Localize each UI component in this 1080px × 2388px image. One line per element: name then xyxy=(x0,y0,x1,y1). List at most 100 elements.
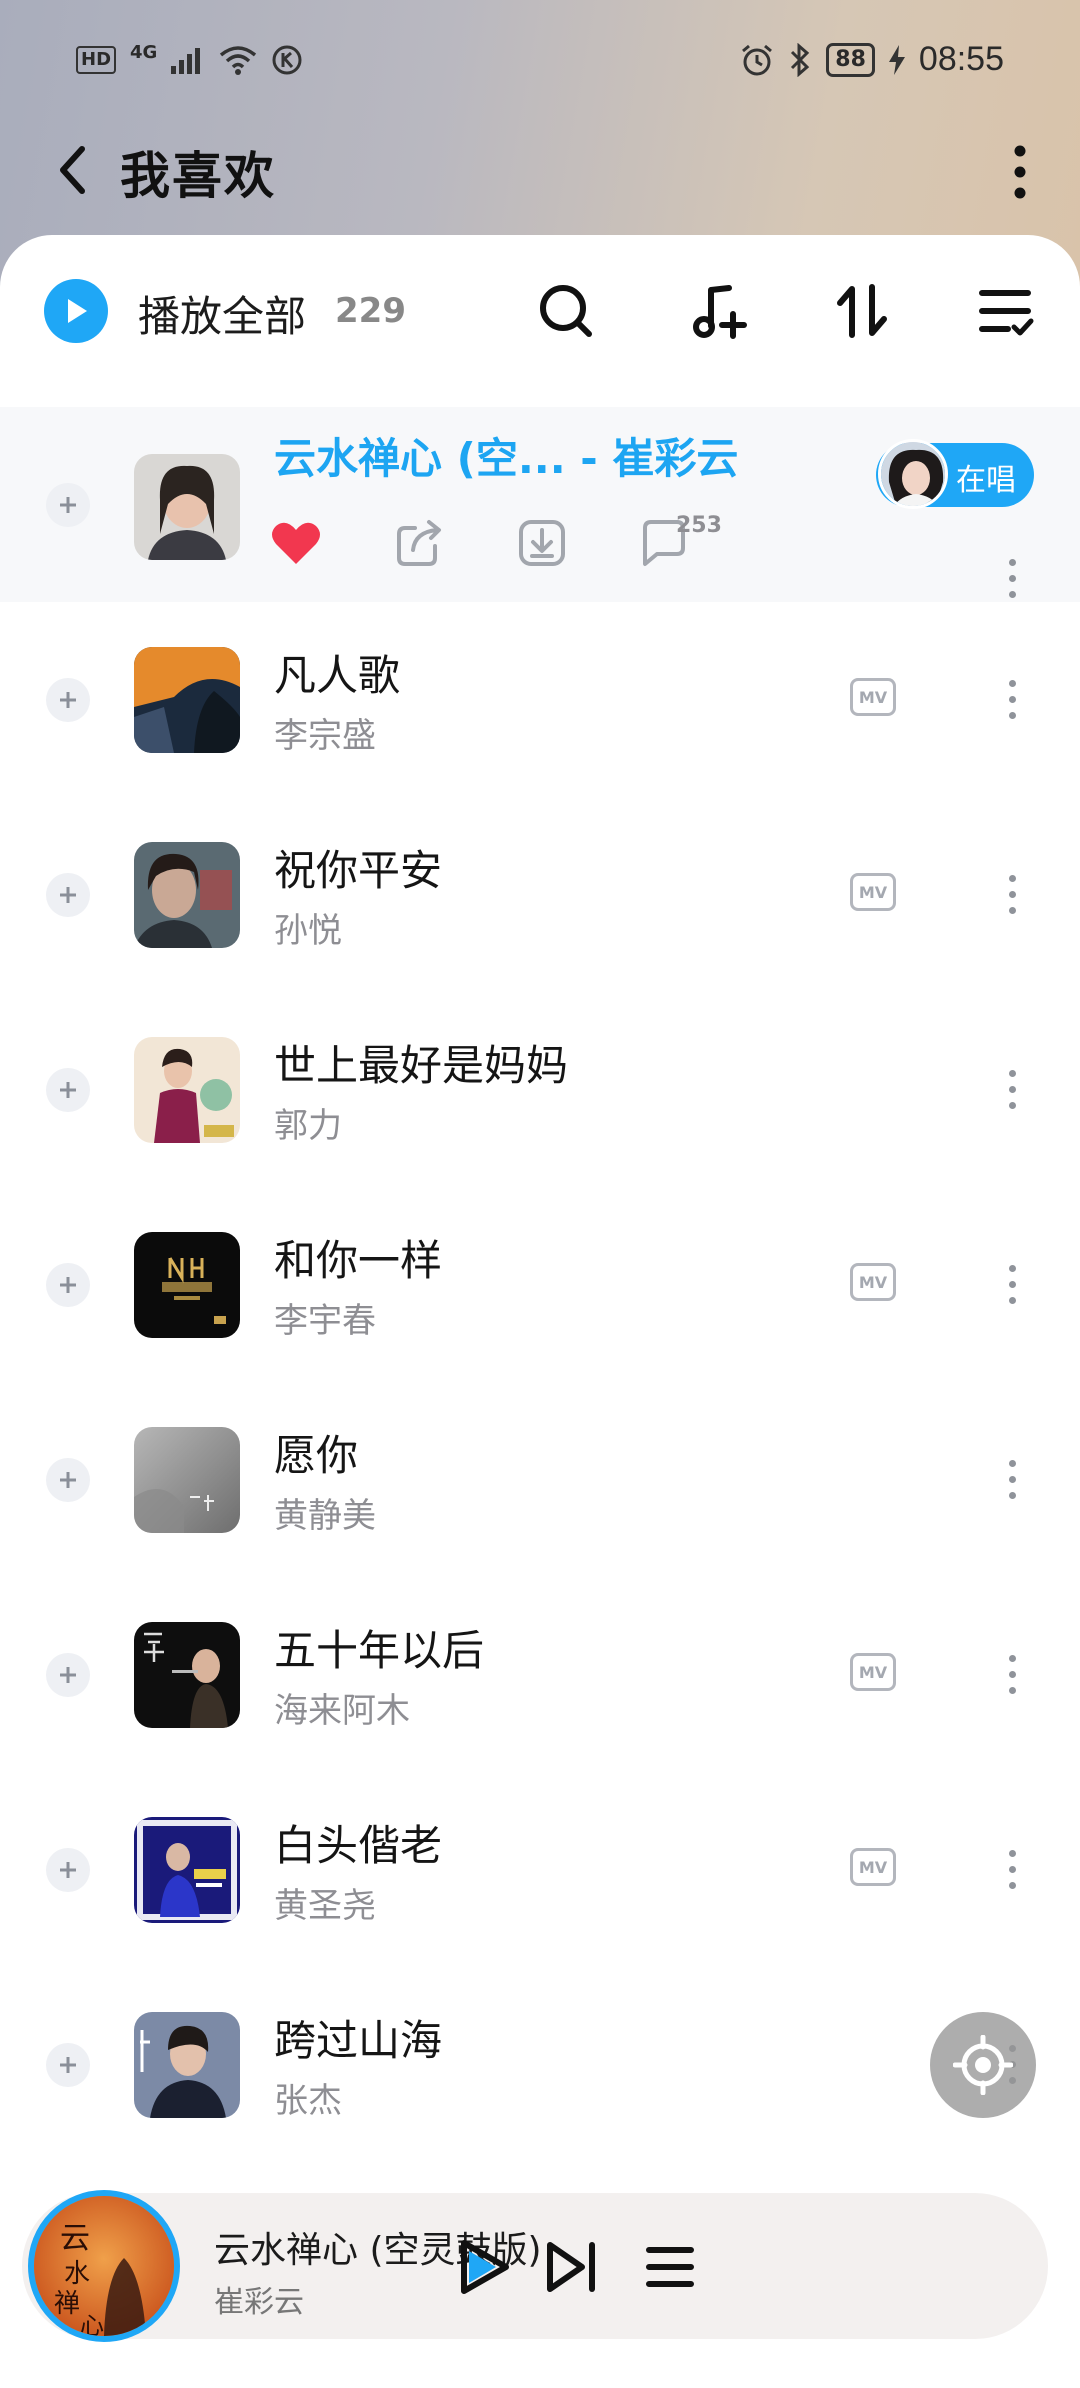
dot xyxy=(1008,1101,1016,1109)
add-to-playlist-button[interactable] xyxy=(46,1653,90,1697)
plus-icon xyxy=(60,887,76,903)
album-cover xyxy=(134,1817,240,1923)
song-title: 五十年以后 xyxy=(274,1626,485,1675)
dot xyxy=(1008,1085,1016,1093)
dot xyxy=(1008,1296,1016,1304)
song-row[interactable]: 和你一样 李宇春 MV xyxy=(0,1187,1080,1382)
playlist-queue-button[interactable] xyxy=(632,2229,708,2305)
player-cover-text-3: 禅 xyxy=(54,2289,80,2319)
song-more-button[interactable] xyxy=(992,1249,1032,1319)
add-music-button[interactable] xyxy=(684,275,756,347)
search-button[interactable] xyxy=(530,275,602,347)
play-all-label[interactable]: 播放全部 xyxy=(138,283,306,344)
singer-avatar xyxy=(878,439,948,509)
player-album-cover[interactable]: 云 水 禅 心 xyxy=(28,2190,180,2342)
dot xyxy=(1008,1686,1016,1694)
download-button[interactable] xyxy=(514,515,570,571)
song-row[interactable]: 祝你平安 孙悦 MV xyxy=(0,797,1080,992)
song-more-button[interactable] xyxy=(992,664,1032,734)
song-title: 愿你 xyxy=(274,1431,359,1480)
play-button[interactable] xyxy=(446,2229,522,2305)
add-to-playlist-button[interactable] xyxy=(46,1848,90,1892)
dot xyxy=(1008,874,1016,882)
alarm-icon xyxy=(742,44,773,75)
add-to-playlist-button[interactable] xyxy=(46,873,90,917)
comment-count: 253 xyxy=(676,513,722,538)
multi-select-button[interactable] xyxy=(970,275,1042,347)
song-more-button[interactable] xyxy=(992,859,1032,929)
song-row[interactable]: 白头偕老 黄圣尧 MV xyxy=(0,1772,1080,1967)
mini-player[interactable]: 云 水 禅 心 云水禅心 (空灵鼓版) 崔彩云 xyxy=(22,2190,1048,2342)
dot xyxy=(1008,1865,1016,1873)
add-to-playlist-button[interactable] xyxy=(46,2043,90,2087)
player-cover-text-2: 水 xyxy=(64,2259,90,2289)
plus-icon xyxy=(60,692,76,708)
player-cover-text-4: 心 xyxy=(80,2312,104,2336)
dot xyxy=(1008,695,1016,703)
add-to-playlist-button[interactable] xyxy=(46,1458,90,1502)
search-icon xyxy=(540,285,592,337)
player-cover-text-1: 云 xyxy=(60,2221,90,2256)
mv-badge[interactable]: MV xyxy=(850,1848,896,1886)
more-options-button[interactable] xyxy=(1000,140,1040,204)
next-button[interactable] xyxy=(534,2229,610,2305)
plus-icon xyxy=(60,1472,76,1488)
song-artist: 李宗盛 xyxy=(274,716,376,756)
song-title: 跨过山海 xyxy=(274,2016,443,2065)
dot xyxy=(1008,1654,1016,1662)
back-button[interactable] xyxy=(40,138,104,202)
song-more-button[interactable] xyxy=(992,1444,1032,1514)
singing-badge[interactable]: 在唱 xyxy=(876,439,1034,509)
song-more-button[interactable] xyxy=(992,1834,1032,1904)
add-to-playlist-button[interactable] xyxy=(46,678,90,722)
heart-icon xyxy=(272,522,320,564)
song-artist: 黄静美 xyxy=(274,1496,376,1536)
dot xyxy=(1008,1264,1016,1272)
song-row[interactable]: 跨过山海 张杰 xyxy=(0,1967,1080,2162)
player-song-artist: 崔彩云 xyxy=(214,2285,304,2320)
song-more-button[interactable] xyxy=(992,1054,1032,1124)
mv-badge[interactable]: MV xyxy=(850,1653,896,1691)
plus-icon xyxy=(60,497,76,513)
music-add-icon xyxy=(693,285,747,339)
mv-badge[interactable]: MV xyxy=(850,678,896,716)
song-row[interactable]: 愿你 黄静美 xyxy=(0,1382,1080,1577)
plus-icon xyxy=(60,1667,76,1683)
play-icon xyxy=(461,2240,509,2294)
plus-icon xyxy=(60,2057,76,2073)
page-header: 我喜欢 xyxy=(0,120,1080,220)
song-row[interactable]: 五十年以后 海来阿木 MV xyxy=(0,1577,1080,1772)
download-icon xyxy=(519,520,565,566)
play-all-button[interactable] xyxy=(44,279,108,343)
song-row[interactable]: 世上最好是妈妈 郭力 xyxy=(0,992,1080,1187)
dot xyxy=(1008,890,1016,898)
locate-current-song-button[interactable] xyxy=(930,2012,1036,2118)
song-row-current[interactable]: 云水禅心 (空... - 崔彩云 在唱 253 xyxy=(0,407,1080,602)
more-vertical-icon xyxy=(1014,145,1026,199)
plus-icon xyxy=(60,1862,76,1878)
dot xyxy=(1008,1670,1016,1678)
battery-indicator: 88 xyxy=(826,42,875,77)
album-cover xyxy=(134,647,240,753)
dot xyxy=(1008,1459,1016,1467)
wifi-icon xyxy=(220,46,257,75)
dot xyxy=(1008,711,1016,719)
album-cover xyxy=(134,842,240,948)
share-button[interactable] xyxy=(392,515,448,571)
add-to-playlist-button[interactable] xyxy=(46,483,90,527)
mv-badge[interactable]: MV xyxy=(850,873,896,911)
sort-button[interactable] xyxy=(826,275,898,347)
dot xyxy=(1008,679,1016,687)
like-button[interactable] xyxy=(268,515,324,571)
k-song-icon xyxy=(272,45,302,75)
current-song-title: 云水禅心 (空... - 崔彩云 xyxy=(274,434,739,483)
add-to-playlist-button[interactable] xyxy=(46,1263,90,1307)
status-bar: HD 4G 88 08:55 xyxy=(0,0,1080,130)
bluetooth-icon xyxy=(791,42,810,77)
song-title: 祝你平安 xyxy=(274,846,443,895)
mv-badge[interactable]: MV xyxy=(850,1263,896,1301)
add-to-playlist-button[interactable] xyxy=(46,1068,90,1112)
song-row[interactable]: 凡人歌 李宗盛 MV xyxy=(0,602,1080,797)
song-more-button[interactable] xyxy=(992,1639,1032,1709)
dot xyxy=(1008,590,1016,598)
